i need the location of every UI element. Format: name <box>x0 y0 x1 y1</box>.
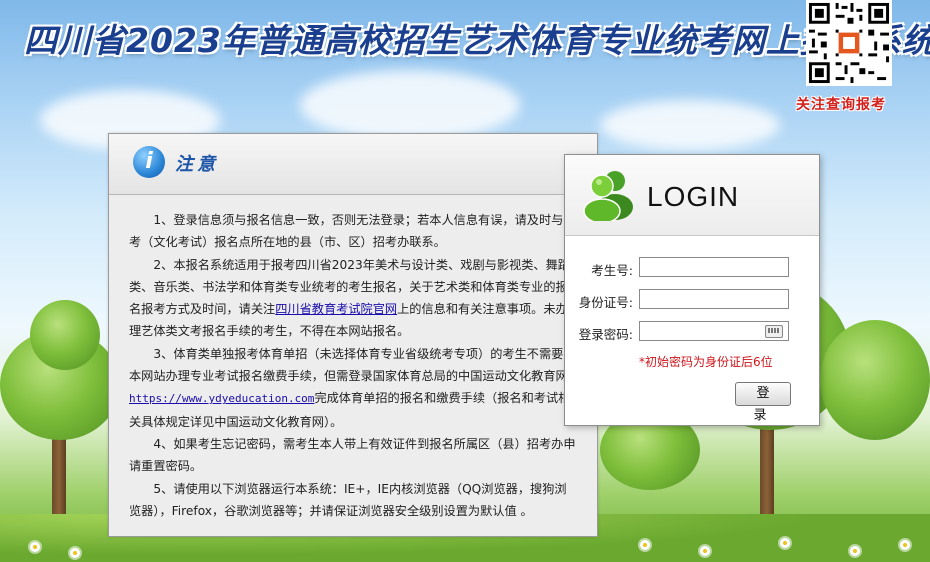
notice-title: 注意 <box>175 154 219 175</box>
info-icon: i <box>133 146 165 178</box>
flower <box>900 540 910 550</box>
notice-item-1: 1、登录信息须与报名信息一致，否则无法登录；若本人信息有误，请及时与高考（文化考… <box>129 213 576 250</box>
exam-authority-link[interactable]: 四川省教育考试院官网 <box>275 302 397 316</box>
login-button[interactable]: 登 录 <box>735 382 791 423</box>
notice-item-3-text: 3、体育类单独报考体育单招（未选择体育专业省级统考专项）的考生不需要在本网站办理… <box>129 346 576 384</box>
exam-no-label: 考生号: <box>591 263 633 278</box>
notice-item-4: 4、如果考生忘记密码，需考生本人带上有效证件到报名所属区（县）招考办申请重置密码… <box>129 436 576 474</box>
notice-panel: i 注意 1、登录信息须与报名信息一致，否则无法登录；若本人信息有误，请及时与高… <box>108 133 598 537</box>
users-icon <box>583 171 633 221</box>
login-title: LOGIN <box>647 181 740 212</box>
id-label: 身份证号: <box>578 295 633 310</box>
login-panel: LOGIN 考生号: 身份证号: 登录密码: *初始密码为身份证后6位 登 录 <box>564 154 820 426</box>
exam-no-row: 考生号: <box>565 257 819 279</box>
tree <box>30 300 100 370</box>
id-row: 身份证号: <box>565 289 819 311</box>
flower <box>700 546 710 556</box>
password-hint: *初始密码为身份证后6位 <box>639 355 773 369</box>
qr-caption: 关注查询报考 <box>796 97 886 113</box>
cloud <box>300 70 520 140</box>
id-number-input[interactable] <box>639 289 789 309</box>
cloud <box>600 100 780 150</box>
page-title: 四川省2023年普通高校招生艺术体育专业统考网上报名系统 <box>24 21 930 60</box>
exam-no-input[interactable] <box>639 257 789 277</box>
flower <box>780 538 790 548</box>
notice-item-5: 5、请使用以下浏览器运行本系统：IE+，IE内核浏览器（QQ浏览器，搜狗浏览器）… <box>129 481 567 518</box>
flower <box>30 542 40 552</box>
ydyeducation-link[interactable]: https://www.ydyeducation.com <box>129 392 314 405</box>
login-header: LOGIN <box>565 155 819 236</box>
password-label: 登录密码: <box>578 327 633 342</box>
notice-item-2: 2、本报名系统适用于报考四川省2023年美术与设计类、戏剧与影视类、舞蹈类、音乐… <box>129 254 577 343</box>
password-row: 登录密码: <box>565 321 819 343</box>
flower <box>640 540 650 550</box>
qr-code-graphic <box>806 0 892 86</box>
flower <box>70 548 80 558</box>
qr-code <box>806 0 892 86</box>
notice-header: i 注意 <box>109 134 597 195</box>
notice-body: 1、登录信息须与报名信息一致，否则无法登录；若本人信息有误，请及时与高考（文化考… <box>109 195 597 522</box>
flower <box>850 546 860 556</box>
tree <box>820 320 930 440</box>
keyboard-icon[interactable] <box>765 325 783 338</box>
notice-item-3: 3、体育类单独报考体育单招（未选择体育专业省级统考专项）的考生不需要在本网站办理… <box>129 343 577 433</box>
